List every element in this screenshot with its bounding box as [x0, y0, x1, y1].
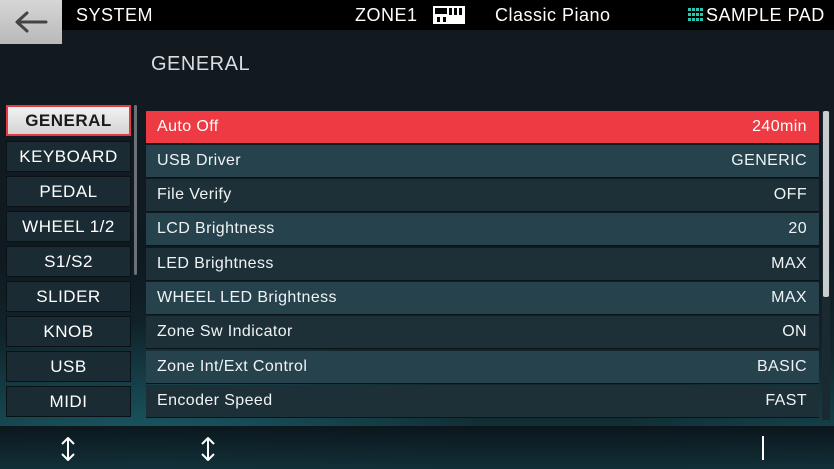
sidebar-item-pedal[interactable]: PEDAL — [6, 176, 131, 207]
setting-row-usb-driver[interactable]: USB Driver GENERIC — [146, 145, 819, 178]
setting-name: Encoder Speed — [157, 392, 273, 409]
setting-row-wheel-led-brightness[interactable]: WHEEL LED Brightness MAX — [146, 282, 819, 315]
setting-name: LCD Brightness — [157, 220, 275, 237]
sidebar-item-s1-s2[interactable]: S1/S2 — [6, 246, 131, 277]
setting-name: LED Brightness — [157, 255, 274, 272]
setting-value: 240min — [752, 118, 807, 135]
setting-value: 20 — [788, 220, 807, 237]
sidebar-item-keyboard[interactable]: KEYBOARD — [6, 141, 131, 172]
zone-label: ZONE1 — [355, 5, 418, 25]
setting-row-encoder-speed[interactable]: Encoder Speed FAST — [146, 385, 819, 418]
setting-value: ON — [782, 323, 807, 340]
sidebar-item-usb[interactable]: USB — [6, 351, 131, 382]
setting-row-file-verify[interactable]: File Verify OFF — [146, 179, 819, 212]
cursor-bar-icon[interactable] — [762, 436, 764, 460]
up-down-arrow-icon[interactable] — [200, 436, 216, 462]
setting-row-lcd-brightness[interactable]: LCD Brightness 20 — [146, 213, 819, 246]
setting-row-zone-sw-indicator[interactable]: Zone Sw Indicator ON — [146, 316, 819, 349]
setting-row-zone-int-ext-control[interactable]: Zone Int/Ext Control BASIC — [146, 351, 819, 384]
setting-value: MAX — [771, 289, 807, 306]
setting-name: USB Driver — [157, 152, 242, 169]
grid-icon — [688, 8, 703, 21]
back-button[interactable] — [0, 0, 62, 44]
list-scrollbar-thumb[interactable] — [823, 111, 829, 297]
setting-value: BASIC — [756, 358, 807, 375]
sidebar-item-midi[interactable]: MIDI — [6, 386, 131, 417]
sidebar-item-knob[interactable]: KNOB — [6, 316, 131, 347]
setting-name: Zone Sw Indicator — [157, 323, 293, 340]
sidebar-item-slider[interactable]: SLIDER — [6, 281, 131, 312]
up-down-arrow-icon[interactable] — [60, 436, 76, 462]
back-arrow-icon — [15, 11, 48, 33]
sample-pad-button[interactable]: SAMPLE PAD — [706, 5, 825, 26]
sidebar-scrollbar[interactable] — [134, 105, 137, 275]
sidebar-item-wheel[interactable]: WHEEL 1/2 — [6, 211, 131, 242]
setting-name: Zone Int/Ext Control — [157, 358, 308, 375]
page-title: GENERAL — [151, 53, 251, 75]
setting-row-auto-off[interactable]: Auto Off 240min — [146, 111, 819, 144]
setting-name: WHEEL LED Brightness — [157, 289, 337, 306]
setting-value: FAST — [765, 392, 807, 409]
piano-icon — [433, 6, 465, 24]
bottom-bar — [0, 426, 834, 469]
section-title: SYSTEM — [76, 5, 154, 25]
sidebar-item-general[interactable]: GENERAL — [6, 105, 131, 136]
setting-value: OFF — [773, 186, 807, 203]
setting-name: File Verify — [157, 186, 232, 203]
setting-value: MAX — [771, 255, 807, 272]
setting-value: GENERIC — [731, 152, 807, 169]
setting-name: Auto Off — [157, 118, 219, 135]
tone-name: Classic Piano — [495, 5, 611, 25]
setting-row-led-brightness[interactable]: LED Brightness MAX — [146, 248, 819, 281]
